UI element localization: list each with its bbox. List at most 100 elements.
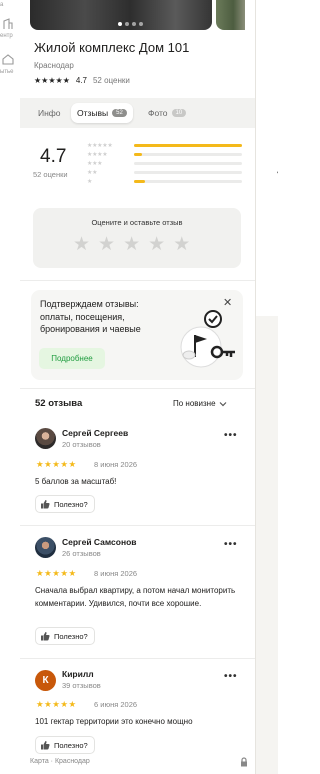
distribution-row: ★★★★★ [87, 141, 242, 150]
chevron-down-icon [219, 401, 226, 406]
divider [20, 525, 255, 526]
helpful-label: Полезно? [54, 499, 88, 509]
rate-star-3[interactable]: ★ [123, 235, 140, 254]
thumb-up-icon [41, 741, 50, 750]
reviewer-count: 39 отзывов [62, 681, 101, 690]
tab-photos[interactable]: Фото 10 [142, 103, 192, 123]
rate-and-review-box: Оцените и оставьте отзыв ★ ★ ★ ★ ★ [33, 208, 241, 268]
right-panel-top: • [256, 0, 278, 316]
home-icon[interactable] [1, 52, 15, 66]
reviewer-name[interactable]: Сергей Сергеев [62, 428, 128, 438]
summary-subtitle: 52 оценки [33, 170, 68, 179]
review-stars: ★★★★★ [36, 699, 77, 709]
reviews-count: 52 отзыва [35, 398, 83, 409]
rate-star-1[interactable]: ★ [73, 235, 90, 254]
promo-more-button[interactable]: Подробнее [39, 348, 105, 369]
tab-label: Фото [148, 108, 168, 118]
review-text: 5 баллов за масштаб! [35, 477, 117, 486]
summary-score: 4.7 [40, 146, 67, 167]
distribution-fill [134, 152, 142, 157]
avatar[interactable] [35, 428, 56, 449]
reviewer-name[interactable]: Сергей Самсонов [62, 537, 137, 547]
review-date: 8 июня 2026 [94, 569, 138, 578]
left-sidebar: а ентр ытье [0, 0, 20, 774]
helpful-label: Полезно? [54, 740, 88, 750]
distribution-row: ★★★★ [87, 150, 242, 159]
tab-badge: 10 [171, 109, 187, 117]
thumb-up-icon [41, 632, 50, 641]
tab-label: Инфо [38, 108, 61, 118]
rate-stars: ★ ★ ★ ★ ★ [73, 235, 190, 254]
review-item: Сергей Сергеев 20 отзывов ••• ★★★★★ 8 ию… [20, 425, 255, 525]
verified-reviews-promo: Подтверждаем отзывы: оплаты, посещения, … [31, 290, 243, 380]
distribution-bar [134, 161, 242, 166]
avatar[interactable]: К [35, 670, 56, 691]
helpful-label: Полезно? [54, 631, 88, 641]
breadcrumb[interactable]: Карта · Краснодар [30, 758, 90, 765]
sidebar-label: а [0, 2, 4, 8]
rating-line[interactable]: ★★★★★ 4.7 52 оценки [34, 76, 130, 85]
helpful-button[interactable]: Полезно? [35, 736, 95, 754]
place-card-panel: Жилой комплекс Дом 101 Краснодар ★★★★★ 4… [20, 0, 255, 774]
distribution-row: ★★ [87, 168, 242, 177]
photo-main[interactable] [30, 0, 212, 30]
building-icon[interactable] [1, 17, 15, 31]
lock-icon [241, 757, 247, 767]
divider [20, 280, 255, 281]
tab-reviews[interactable]: Отзывы 52 [71, 103, 133, 123]
review-text: Сначала выбрал квартиру, а потом начал м… [35, 586, 236, 608]
rate-prompt: Оцените и оставьте отзыв [91, 218, 183, 227]
app-window: а ентр ытье Жилой комплекс Дом 101 Красн… [0, 0, 278, 774]
carousel-dots [118, 22, 143, 26]
helpful-button[interactable]: Полезно? [35, 495, 95, 513]
distribution-row: ★ [87, 177, 242, 186]
more-options-icon[interactable]: ••• [224, 671, 238, 682]
rate-star-2[interactable]: ★ [98, 235, 115, 254]
distribution-fill [134, 143, 242, 148]
reviewer-count: 20 отзывов [62, 440, 101, 449]
reviewer-count: 26 отзывов [62, 549, 101, 558]
place-city[interactable]: Краснодар [34, 61, 74, 70]
photo-secondary[interactable] [216, 0, 245, 30]
distribution-bar [134, 152, 242, 157]
promo-text: Подтверждаем отзывы: оплаты, посещения, … [40, 299, 141, 334]
more-options-icon[interactable]: ••• [224, 539, 238, 550]
tab-info[interactable]: Инфо [32, 103, 67, 123]
distribution-row: ★★★ [87, 159, 242, 168]
tab-label: Отзывы [77, 108, 109, 118]
distribution-stars: ★★★★★ [87, 143, 113, 149]
distribution-bar [134, 170, 242, 175]
distribution-stars: ★ [87, 179, 93, 185]
review-date: 8 июня 2026 [94, 460, 138, 469]
divider [20, 388, 255, 389]
distribution-bar [134, 179, 242, 184]
rate-star-5[interactable]: ★ [173, 235, 190, 254]
divider [20, 658, 255, 659]
review-item: Сергей Самсонов 26 отзывов ••• ★★★★★ 8 и… [20, 534, 255, 654]
sidebar-label: ентр [0, 33, 13, 39]
more-options-icon[interactable]: ••• [224, 430, 238, 441]
sort-dropdown[interactable]: По новизне [173, 399, 227, 408]
sidebar-label: ытье [0, 69, 14, 75]
distribution-stars: ★★ [87, 170, 98, 176]
avatar[interactable] [35, 537, 56, 558]
tab-badge: 52 [112, 109, 127, 117]
carousel-dot [118, 22, 122, 26]
carousel-dot [132, 22, 136, 26]
distribution-stars: ★★★ [87, 161, 103, 167]
map-marker-dot: • [277, 168, 278, 177]
distribution-bar [134, 143, 242, 148]
verified-illustration-icon [180, 310, 235, 368]
carousel-dot [139, 22, 143, 26]
distribution-stars: ★★★★ [87, 152, 108, 158]
helpful-button[interactable]: Полезно? [35, 627, 95, 645]
review-stars: ★★★★★ [36, 459, 77, 469]
photo-carousel[interactable] [30, 0, 245, 30]
distribution-fill [134, 179, 145, 184]
ratings-count: 52 оценки [92, 76, 130, 85]
reviewer-name[interactable]: Кирилл [62, 669, 94, 679]
tabs-bar: Инфо Отзывы 52 Фото 10 [20, 98, 255, 128]
rating-value: 4.7 [75, 76, 87, 85]
map-area-edge: • [255, 0, 278, 774]
rate-star-4[interactable]: ★ [148, 235, 165, 254]
